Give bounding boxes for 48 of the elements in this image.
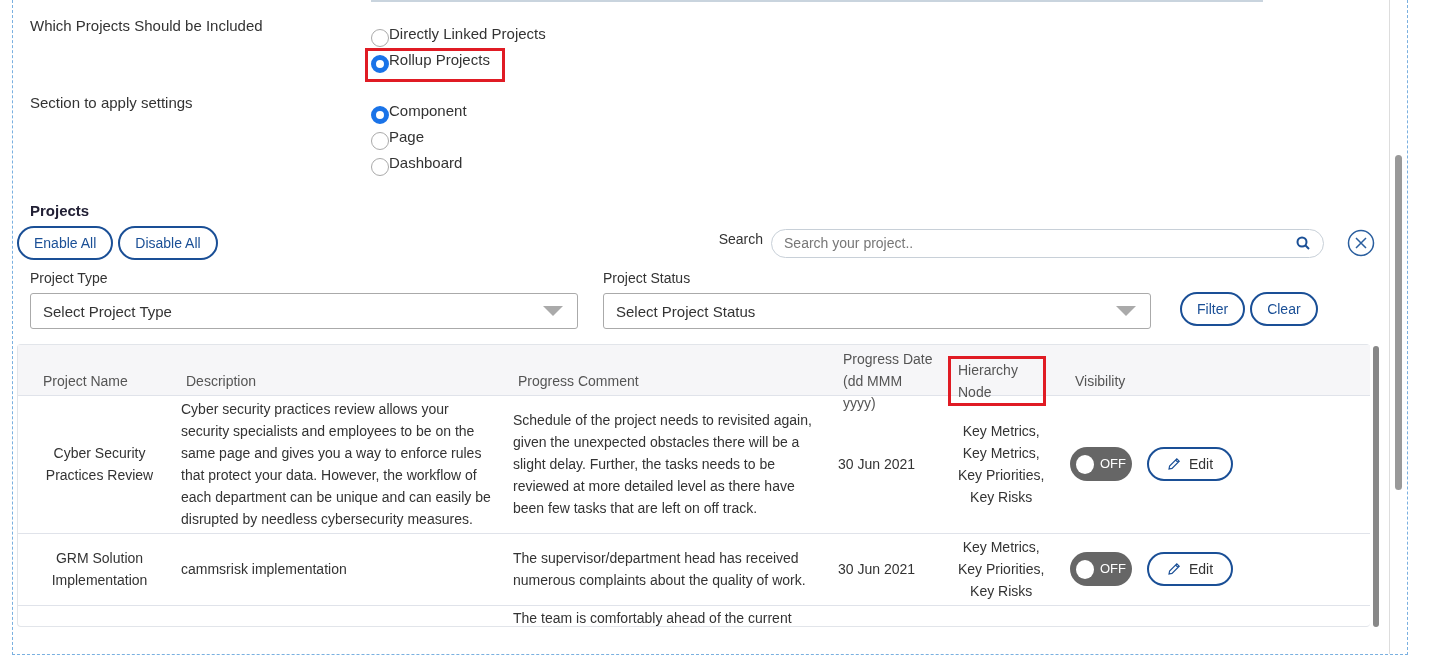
hierarchy-node-label: Key Priorities, [958,560,1045,579]
column-header: Progress Comment [517,372,640,391]
edit-button[interactable]: Edit [1147,552,1234,586]
scrollbar-thumb[interactable] [1373,346,1379,627]
progress-date: 30 Jun 2021 [838,455,916,474]
radio-option[interactable]: Rollup Projects [365,48,505,82]
column-header: Visibility [1074,372,1127,391]
progress-date: 30 Jun 2021 [838,560,916,579]
progress-comment: The team is comfortably ahead of the current [513,609,792,626]
search-icon[interactable] [1296,235,1310,250]
toggle-all-button[interactable]: Enable All [17,226,114,260]
hierarchy-node-label: Key Metrics, [962,422,1040,441]
progress-comment: Schedule of the project needs to revisited again, given the unexpected obstacles there will be a slight delay. Further, the tasks needs to be reviewed at more detailed level as there have been few tasks that are left on off track. [513,411,813,518]
hierarchy-node-label: Key Metrics, [962,444,1040,463]
hierarchy-node-label: Key Metrics, [962,538,1040,557]
search-field[interactable]: Search your project.. [771,228,1324,258]
column-header: Progress Date (dd MMM yyyy) [842,350,934,413]
column-header: Project Name [42,372,129,391]
search-label: Search [718,231,763,247]
hierarchy-node-label: Key Risks [970,488,1033,507]
pencil-icon [1167,457,1181,471]
visibility-toggle[interactable]: OFF [1070,552,1132,586]
description-text: cammsrisk implementation [181,560,347,579]
filter-label: Project Status [603,270,692,286]
toggle-all-button[interactable]: Disable All [118,226,218,260]
progress-comment: The supervisor/department head has received numerous complaints about the quality of work. [513,549,807,590]
caret-icon [1116,306,1136,316]
project-name: Cyber Security Practices Review [44,444,155,485]
scrollbar-thumb[interactable] [1395,155,1403,490]
close-icon[interactable] [1347,229,1375,257]
description-text: Cyber security practices review allows your security specialists and employees to be on the same page and gives you a way to enforce rules that protect your data. However, the workflow of each department can be unique and can easily be disrupted by needless cybersecurity measures. [181,400,492,529]
column-header: Hierarchy Node [948,356,1046,406]
section-title: Projects [29,201,91,219]
pencil-icon [1167,562,1181,576]
hierarchy-node-label: Key Priorities, [958,466,1045,485]
setting-label: Which Projects Should be Included [29,17,264,36]
hierarchy-node-label: Key Risks [970,582,1033,601]
dropdown[interactable]: Select Project Status [603,293,1151,329]
setting-label: Section to apply settings [29,94,194,113]
filter-label: Project Type [30,270,109,286]
filter-action-button[interactable]: Filter [1180,292,1246,326]
visibility-toggle[interactable]: OFF [1070,447,1132,481]
edit-button[interactable]: Edit [1147,447,1234,481]
filter-action-button[interactable]: Clear [1250,292,1318,326]
project-name: GRM Solution Implementation [50,549,149,590]
column-header: Description [185,372,258,391]
caret-icon [543,306,563,316]
dropdown[interactable]: Select Project Type [30,293,578,329]
